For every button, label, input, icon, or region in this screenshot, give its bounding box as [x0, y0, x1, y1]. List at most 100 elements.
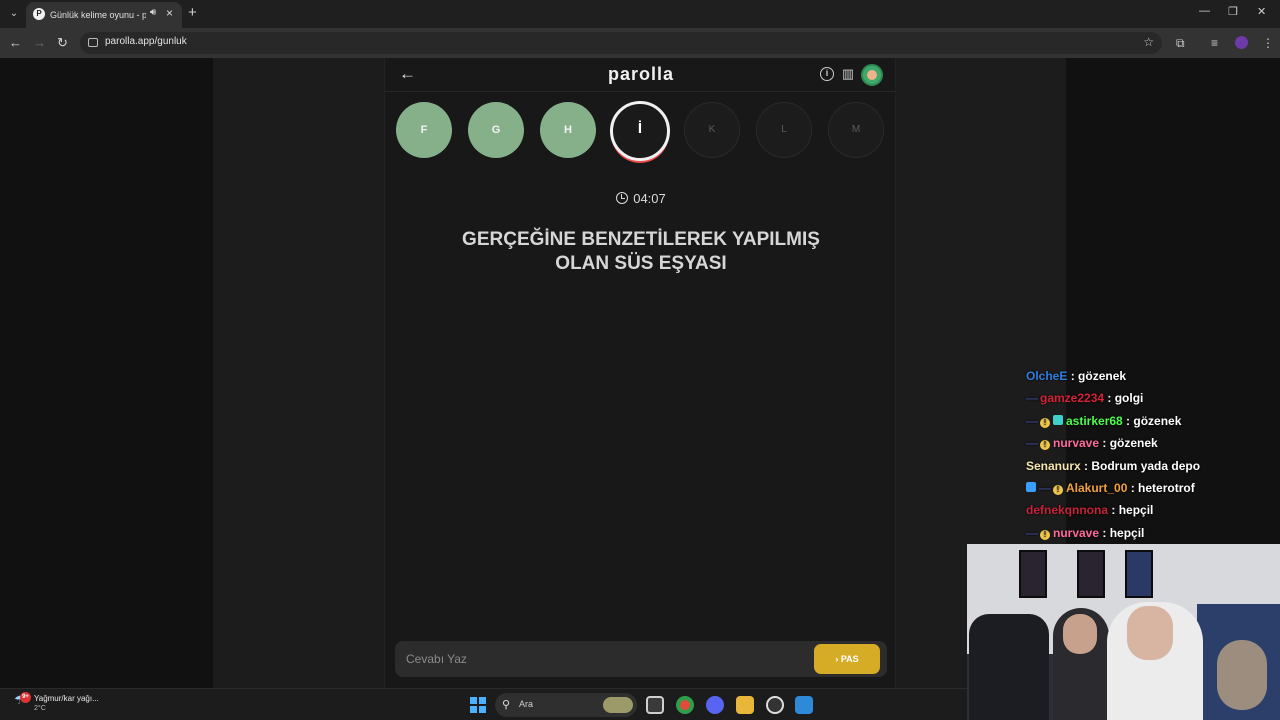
timer-value: 04:07	[633, 191, 666, 206]
profile-icon[interactable]	[1235, 36, 1248, 49]
badge-line-icon: —	[1026, 413, 1038, 428]
chat-separator: :	[1099, 525, 1110, 540]
chat-message: OlcheE : gözenek	[1026, 366, 1280, 388]
question-text: GERÇEĞİNE BENZETİLEREK YAPILMIŞ OLAN SÜS…	[425, 228, 857, 276]
clock-icon	[616, 192, 629, 204]
reload-icon[interactable]: ↻	[57, 35, 68, 51]
search-highlight-image	[603, 697, 633, 713]
bookmark-star-icon[interactable]: ☆	[1143, 35, 1154, 49]
tab-search-icon[interactable]: ⌄	[6, 6, 22, 22]
letter-circle-m: M	[828, 102, 884, 158]
letter-circle-k: K	[684, 102, 740, 158]
chevron-right-icon: ›	[835, 654, 839, 664]
windows-start-icon[interactable]	[470, 697, 486, 713]
media-icon[interactable]: ≡	[1211, 36, 1218, 50]
webcam-overlay	[967, 544, 1280, 720]
badge-coin-icon: !	[1040, 417, 1050, 428]
chat-separator: :	[1099, 436, 1110, 451]
chat-username[interactable]: nurvave	[1053, 436, 1099, 450]
windows-taskbar: ☂ 9+ Yağmur/kar yağı... 2°C ⚲ Ara	[0, 688, 967, 720]
browser-tab-bar: ⌄ P Günlük kelime oyunu - parolla 🔊︎ × +…	[0, 0, 1280, 28]
game-app: ← parolla i ▥ F G H İ K L M 04:07 GERÇEĞ…	[384, 58, 897, 688]
minimize-icon[interactable]: —	[1199, 5, 1210, 17]
chat-username[interactable]: nurvave	[1053, 526, 1099, 540]
badge-coin-icon: !	[1040, 440, 1050, 451]
window-close-icon[interactable]: ✕	[1257, 5, 1266, 18]
streamer-right-face	[1127, 606, 1173, 660]
teddy-bear	[1217, 640, 1267, 710]
chat-username[interactable]: Alakurt_00	[1066, 481, 1127, 495]
chat-username[interactable]: Senanurx	[1026, 459, 1081, 473]
forward-icon[interactable]: →	[33, 35, 46, 50]
chat-message: —! astirker68 : gözenek	[1026, 411, 1280, 433]
chat-text: golgi	[1114, 391, 1144, 406]
question-line-1: GERÇEĞİNE BENZETİLEREK YAPILMIŞ	[462, 229, 820, 250]
app-header: ← parolla i ▥	[385, 58, 897, 92]
chat-message: defnekqnnona : hepçil	[1026, 500, 1280, 522]
chat-message: Senanurx : Bodrum yada depo	[1026, 456, 1280, 478]
site-info-icon[interactable]	[88, 38, 98, 47]
chat-text: gözenek	[1133, 413, 1182, 428]
chat-separator: :	[1127, 480, 1139, 495]
chat-text: gözenek	[1078, 369, 1127, 383]
chrome-icon[interactable]	[676, 696, 694, 714]
poster	[1125, 550, 1153, 598]
chat-text: Bodrum yada depo	[1091, 458, 1201, 473]
letter-progress: F G H İ K L M	[385, 101, 897, 161]
browser-toolbar: ← → ↻ parolla.app/gunluk ☆ ⧉ ≡ ⋮	[0, 28, 1280, 58]
letter-circle-g: G	[468, 102, 524, 158]
notification-badge: 9+	[20, 692, 31, 703]
chat-separator: :	[1067, 369, 1079, 383]
answer-input[interactable]	[395, 641, 805, 677]
file-explorer-icon[interactable]	[736, 696, 754, 714]
search-icon: ⚲	[502, 699, 511, 711]
weather-text[interactable]: Yağmur/kar yağı...	[34, 694, 99, 704]
chat-username[interactable]: OlcheE	[1026, 369, 1067, 383]
badge-line-icon: —	[1026, 525, 1038, 540]
task-view-icon[interactable]	[646, 696, 664, 714]
taskbar-search[interactable]: ⚲ Ara	[495, 693, 637, 717]
letter-circle-f: F	[396, 102, 452, 158]
address-bar[interactable]: parolla.app/gunluk ☆	[80, 32, 1162, 54]
chat-username[interactable]: gamze2234	[1040, 391, 1104, 405]
gaming-chair	[969, 614, 1049, 720]
letter-circle-i-active: İ	[610, 101, 670, 161]
discord-icon[interactable]	[706, 696, 724, 714]
pass-label: PAS	[840, 654, 859, 664]
avatar[interactable]	[861, 64, 883, 86]
letter-circle-h: H	[540, 102, 596, 158]
chat-text: hepçil	[1109, 525, 1145, 540]
photos-icon[interactable]	[795, 696, 813, 714]
pass-button[interactable]: › PAS	[814, 644, 880, 674]
letter-circle-l: L	[756, 102, 812, 158]
chat-separator: :	[1080, 458, 1092, 473]
obs-icon[interactable]	[766, 696, 784, 714]
badge-cube-icon	[1026, 481, 1036, 492]
info-icon[interactable]: i	[820, 67, 834, 81]
chat-text: gözenek	[1109, 436, 1158, 451]
url-text[interactable]: parolla.app/gunluk	[105, 36, 187, 47]
chat-separator: :	[1108, 503, 1119, 518]
browser-tab[interactable]: P Günlük kelime oyunu - parolla 🔊︎ ×	[26, 2, 182, 28]
streamer-left-face	[1063, 614, 1097, 654]
chat-separator: :	[1104, 391, 1115, 406]
weather-temperature: 2°C	[34, 705, 46, 712]
stats-icon[interactable]: ▥	[841, 67, 855, 81]
back-icon[interactable]: ←	[9, 35, 22, 50]
poster	[1019, 550, 1047, 598]
stream-chat: OlcheE : gözenek — gamze2234 : golgi —! asti…	[1026, 366, 1280, 545]
chat-text: hepçil	[1118, 503, 1154, 518]
badge-coin-icon: !	[1053, 484, 1063, 495]
tab-close-icon[interactable]: ×	[166, 6, 173, 20]
browser-menu-icon[interactable]: ⋮	[1262, 36, 1274, 50]
chat-username[interactable]: defnekqnnona	[1026, 503, 1108, 517]
chat-username[interactable]: astirker68	[1066, 414, 1123, 428]
chat-separator: :	[1122, 413, 1134, 428]
badge-line-icon: —	[1026, 436, 1038, 451]
new-tab-icon[interactable]: +	[188, 4, 197, 21]
badge-line-icon: —	[1026, 391, 1038, 406]
extensions-icon[interactable]: ⧉	[1176, 36, 1185, 51]
answer-bar: › PAS	[395, 641, 887, 677]
restore-icon[interactable]: ❐	[1228, 5, 1238, 18]
tab-audio-icon[interactable]: 🔊︎	[150, 7, 156, 18]
